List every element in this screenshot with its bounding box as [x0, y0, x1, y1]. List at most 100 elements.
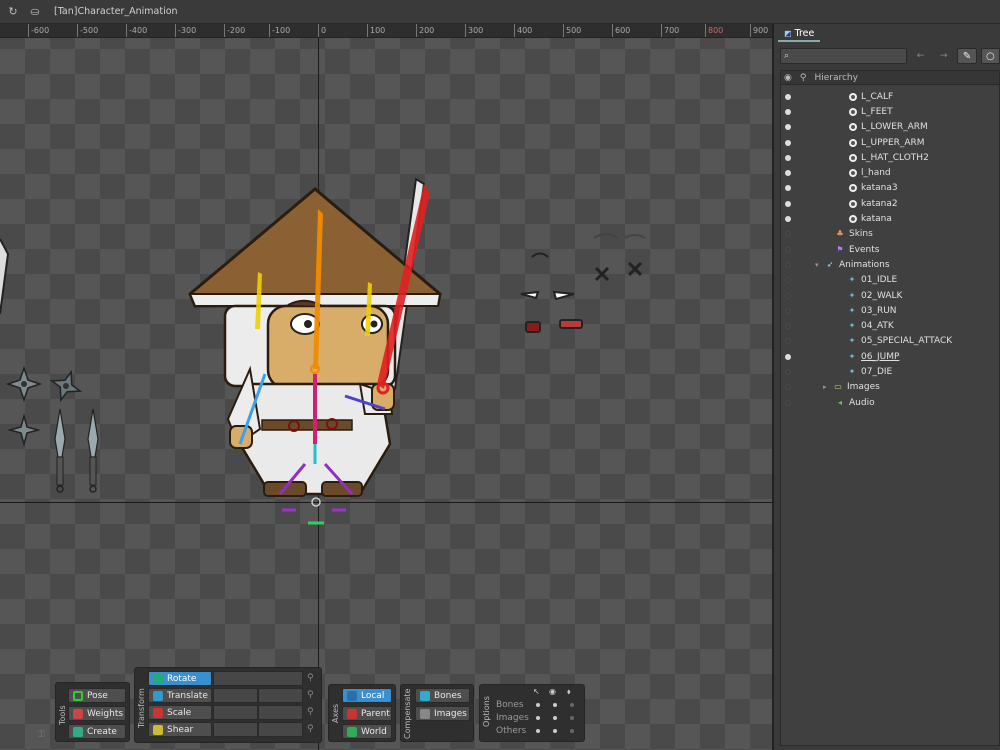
tree-item[interactable]: ✦ 06_JUMP — [781, 349, 999, 364]
tree-item[interactable]: ✦ 02_WALK — [781, 288, 999, 303]
expand-arrow-icon[interactable]: ▾ — [815, 261, 819, 269]
translate-icon — [153, 690, 163, 701]
tree-item[interactable]: ▸ ▭ Images — [781, 380, 999, 395]
key-icon[interactable]: ⚲ — [800, 73, 807, 83]
kunai-icon[interactable] — [87, 408, 99, 493]
scene-canvas[interactable] — [0, 24, 772, 750]
tree-item[interactable]: ✦ 04_ATK — [781, 318, 999, 333]
weights-button[interactable]: Weights — [68, 706, 126, 721]
visibility-toggle[interactable] — [785, 246, 791, 253]
tree-item[interactable]: L_UPPER_ARM — [781, 135, 999, 150]
lock-icon[interactable]: ⚲ — [307, 690, 314, 700]
tree-item[interactable]: l_hand — [781, 165, 999, 180]
tree-item[interactable]: ✦ 05_SPECIAL_ATTACK — [781, 334, 999, 349]
visibility-toggle[interactable] — [785, 323, 791, 330]
tree-search-input[interactable]: ⌕ — [780, 48, 907, 64]
option-toggle[interactable] — [536, 729, 540, 733]
visibility-toggle[interactable] — [785, 200, 791, 207]
visibility-toggle[interactable] — [785, 399, 791, 406]
visibility-toggle[interactable] — [785, 353, 791, 360]
tree-item[interactable]: ✦ 07_DIE — [781, 364, 999, 379]
eye-icon[interactable]: ◉ — [784, 73, 792, 83]
visibility-toggle[interactable] — [785, 124, 791, 131]
option-toggle[interactable] — [536, 703, 540, 707]
rotate-value-field[interactable] — [213, 671, 303, 686]
compensate-images-button[interactable]: Images — [415, 706, 470, 721]
visibility-toggle[interactable] — [785, 185, 791, 192]
tree-item[interactable]: L_HAT_CLOTH2 — [781, 150, 999, 165]
option-toggle[interactable] — [570, 729, 574, 733]
compensate-group: Compensate Bones Images — [400, 684, 474, 742]
tree-item[interactable]: ⚑ Events — [781, 242, 999, 257]
visibility-toggle[interactable] — [785, 338, 791, 345]
shuriken-icon[interactable] — [7, 413, 41, 447]
tree-item[interactable]: katana3 — [781, 181, 999, 196]
option-toggle[interactable] — [536, 716, 540, 720]
viewport[interactable]: -600 -500 -400 -300 -200 -100 0 100 200 … — [0, 24, 772, 750]
forward-arrow-icon[interactable]: → — [934, 48, 953, 64]
tree-item[interactable]: L_LOWER_ARM — [781, 120, 999, 135]
shear-x-field[interactable] — [213, 722, 258, 737]
tree-item[interactable]: ✦ 01_IDLE — [781, 273, 999, 288]
tree-item[interactable]: ♣ Skins — [781, 227, 999, 242]
tree-item-label: katana2 — [861, 198, 898, 209]
compensate-bones-button[interactable]: Bones — [415, 688, 470, 703]
tree-item[interactable]: L_FEET — [781, 104, 999, 119]
option-toggle[interactable] — [553, 729, 557, 733]
lock-icon[interactable]: ⚿ — [38, 730, 45, 740]
lock-icon[interactable]: ⚲ — [307, 673, 314, 683]
parent-button[interactable]: Parent — [342, 706, 392, 721]
rotate-button[interactable]: Rotate — [148, 671, 212, 686]
shear-y-field[interactable] — [258, 722, 303, 737]
lock-icon[interactable]: ⚲ — [307, 707, 314, 717]
scale-button[interactable]: Scale — [148, 705, 212, 720]
option-toggle[interactable] — [553, 716, 557, 720]
tree-item[interactable]: L_CALF — [781, 89, 999, 104]
tree-item[interactable]: ◂ Audio — [781, 395, 999, 410]
tree-item[interactable]: katana2 — [781, 196, 999, 211]
visibility-toggle[interactable] — [785, 108, 791, 115]
refresh-icon[interactable]: ↻ — [4, 3, 22, 21]
visibility-toggle[interactable] — [785, 93, 791, 100]
translate-button[interactable]: Translate — [148, 688, 212, 703]
visibility-toggle[interactable] — [785, 384, 791, 391]
visibility-toggle[interactable] — [785, 277, 791, 284]
search-toggle-icon[interactable]: ○ — [980, 48, 1000, 64]
visibility-toggle[interactable] — [785, 292, 791, 299]
translate-x-field[interactable] — [213, 688, 258, 703]
option-toggle[interactable] — [553, 703, 557, 707]
world-button[interactable]: World — [342, 724, 392, 739]
option-toggle[interactable] — [570, 703, 574, 707]
kunai-icon[interactable] — [54, 408, 66, 493]
visibility-toggle[interactable] — [785, 231, 791, 238]
shuriken-icon[interactable] — [47, 367, 85, 405]
visibility-toggle[interactable] — [785, 216, 791, 223]
tree-item-label: 06_JUMP — [861, 351, 900, 362]
expression-sprites[interactable] — [520, 233, 646, 333]
translate-label: Translate — [167, 690, 208, 701]
shuriken-icon[interactable] — [5, 365, 43, 403]
visibility-toggle[interactable] — [785, 170, 791, 177]
collapse-arrow-icon[interactable]: ▸ — [823, 383, 827, 391]
back-arrow-icon[interactable]: ← — [911, 48, 930, 64]
lock-icon[interactable]: ⚲ — [307, 724, 314, 734]
visibility-toggle[interactable] — [785, 307, 791, 314]
visibility-toggle[interactable] — [785, 154, 791, 161]
scale-x-field[interactable] — [213, 705, 258, 720]
tree-item[interactable]: ✦ 03_RUN — [781, 303, 999, 318]
option-toggle[interactable] — [570, 716, 574, 720]
edit-icon[interactable]: ✎ — [957, 48, 977, 64]
translate-y-field[interactable] — [258, 688, 303, 703]
pose-button[interactable]: Pose — [68, 688, 126, 703]
tree-item[interactable]: ▾ ➶ Animations — [781, 257, 999, 272]
visibility-toggle[interactable] — [785, 261, 791, 268]
scale-y-field[interactable] — [258, 705, 303, 720]
tab-tree[interactable]: ◩ Tree — [778, 26, 821, 42]
local-button[interactable]: Local — [342, 688, 392, 703]
create-button[interactable]: Create — [68, 724, 126, 739]
visibility-toggle[interactable] — [785, 139, 791, 146]
tree-item[interactable]: katana — [781, 211, 999, 226]
shear-button[interactable]: Shear — [148, 722, 212, 737]
visibility-toggle[interactable] — [785, 368, 791, 375]
character-samurai[interactable] — [188, 177, 442, 525]
